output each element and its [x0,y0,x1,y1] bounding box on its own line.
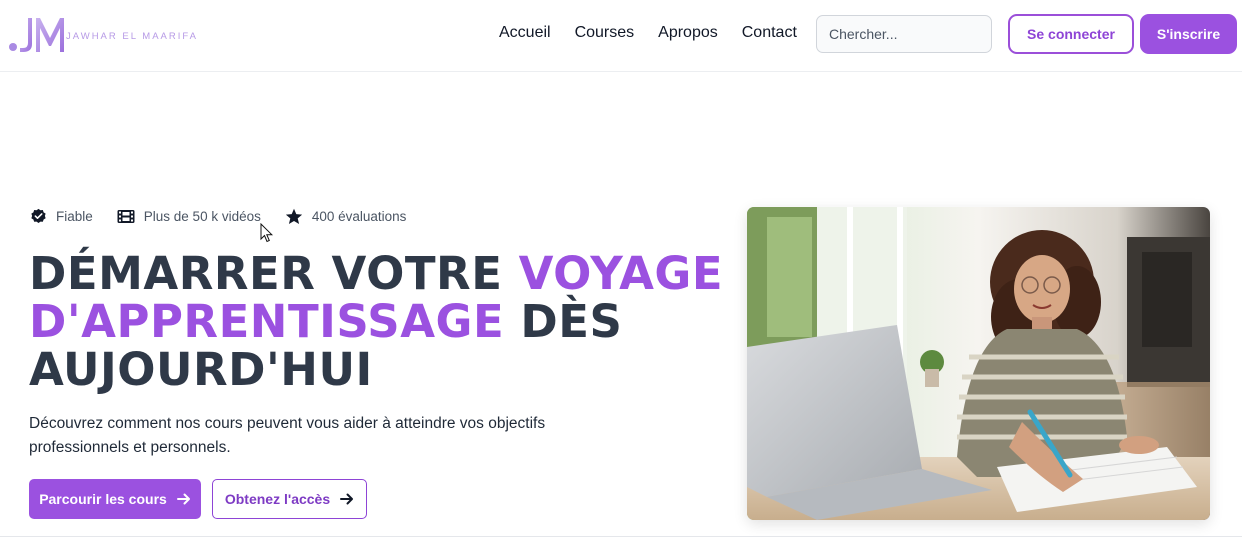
badge-trusted: Fiable [30,208,93,225]
nav-link-courses[interactable]: Courses [575,24,635,42]
arrow-right-icon [340,493,354,505]
badge-reviews-label: 400 évaluations [311,209,407,224]
mouse-cursor-icon [260,223,274,243]
main-nav: Accueil Courses Apropos Contact [499,24,821,42]
film-icon [117,210,135,223]
check-badge-icon [31,208,46,223]
trust-badges: Fiable Plus de 50 k vidéos 400 évaluatio… [30,208,430,225]
hero-title-accent2: D'APPRENTISSAGE [29,295,505,348]
badge-videos-label: Plus de 50 k vidéos [143,209,261,224]
logo-mark-icon [9,18,64,52]
signup-button[interactable]: S'inscrire [1140,14,1237,54]
get-access-button[interactable]: Obtenez l'accès [212,479,367,519]
site-header: JAWHAR EL MAARIFA Accueil Courses Apropo… [0,0,1242,72]
brand-name: JAWHAR EL MAARIFA [66,30,199,42]
nav-link-contact[interactable]: Contact [742,24,797,42]
hero-title-part3: AUJOURD'HUI [29,343,373,396]
badge-trusted-label: Fiable [56,209,93,224]
hero-photo [747,207,1210,520]
login-button[interactable]: Se connecter [1008,14,1134,54]
hero-title-accent1: VOYAGE [518,247,724,300]
section-divider [0,536,1242,537]
search-input[interactable] [816,15,992,53]
badge-reviews: 400 évaluations [285,208,407,225]
get-access-label: Obtenez l'accès [224,491,331,507]
hero-title-part1: DÉMARRER VOTRE [29,247,519,300]
hero-title-part2: DÈS [504,295,623,348]
hero-title: DÉMARRER VOTRE VOYAGE D'APPRENTISSAGE DÈ… [29,250,729,394]
star-icon [285,208,302,225]
nav-link-accueil[interactable]: Accueil [499,24,551,42]
badge-videos: Plus de 50 k vidéos [117,209,261,224]
browse-courses-label: Parcourir les cours [39,491,167,507]
hero-photo-illustration [747,207,1210,520]
browse-courses-button[interactable]: Parcourir les cours [29,479,201,519]
arrow-right-icon [176,493,190,505]
brand-logo[interactable]: JAWHAR EL MAARIFA [8,14,198,54]
nav-link-apropos[interactable]: Apropos [658,24,718,42]
hero-description: Découvrez comment nos cours peuvent vous… [29,415,546,456]
